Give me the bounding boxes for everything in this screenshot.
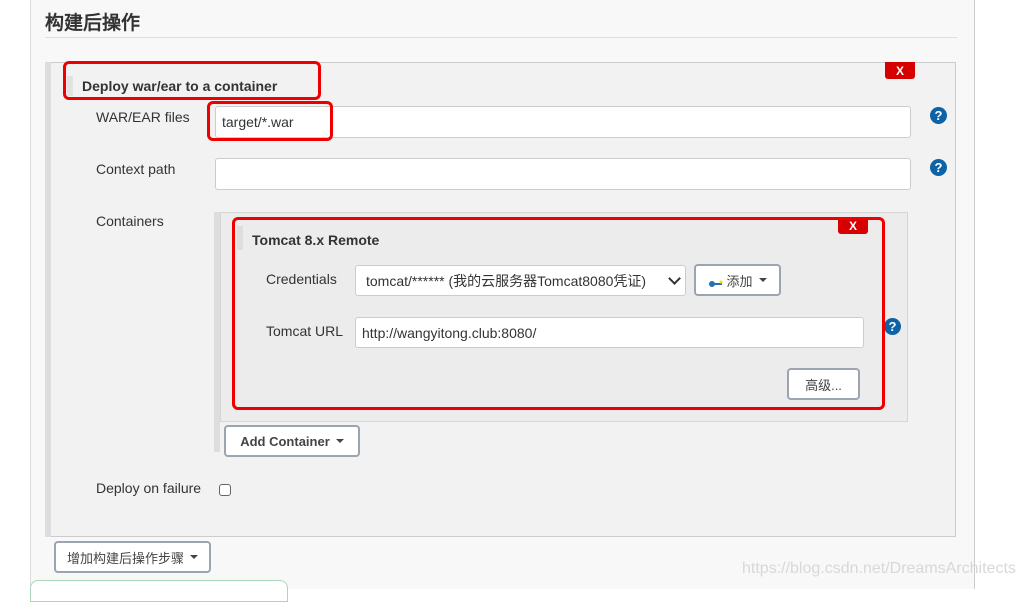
help-icon[interactable]: ? [930,159,947,176]
delete-container-button[interactable]: X [838,217,868,234]
watermark: https://blog.csdn.net/DreamsArchitects [742,560,1016,577]
chevron-down-icon [668,272,681,285]
tomcat-url-label: Tomcat URL [266,323,344,339]
war-files-label: WAR/EAR files [96,109,190,125]
container-title: Tomcat 8.x Remote [252,232,380,248]
drag-handle-icon[interactable] [237,226,243,250]
containers-label: Containers [96,213,164,229]
add-post-build-step-label: 增加构建后操作步骤 [66,550,184,566]
add-credentials-button[interactable]: 添加 [694,264,781,296]
delete-step-button[interactable]: X [885,62,915,79]
next-section-tab [30,580,288,602]
credentials-label: Credentials [266,271,337,287]
deploy-on-failure-checkbox[interactable] [219,484,231,496]
help-icon[interactable]: ? [884,318,901,335]
help-icon[interactable]: ? [930,107,947,124]
caret-down-icon [335,439,344,443]
deploy-step-title: Deploy war/ear to a container [82,78,278,94]
deploy-on-failure-label: Deploy on failure [96,480,202,496]
credentials-select[interactable]: tomcat/****** (我的云服务器Tomcat8080凭证) [355,265,686,296]
section-title: 构建后操作 [45,12,141,34]
key-icon [708,276,724,287]
tomcat-url-input[interactable]: http://wangyitong.club:8080/ [355,317,864,348]
context-path-label: Context path [96,161,176,177]
add-credentials-label: 添加 [726,273,753,289]
advanced-button[interactable]: 高级... [787,368,860,400]
add-container-button[interactable]: Add Container [224,425,360,457]
context-path-input[interactable] [215,158,911,190]
section-divider [45,37,957,38]
drag-handle-icon[interactable] [67,76,73,96]
add-post-build-step-button[interactable]: 增加构建后操作步骤 [54,541,211,573]
caret-down-icon [190,555,198,559]
credentials-selected-value: tomcat/****** (我的云服务器Tomcat8080凭证) [366,272,647,289]
add-container-label: Add Container [240,433,330,449]
caret-down-icon [758,278,767,282]
war-files-input[interactable]: target/*.war [215,106,911,138]
deploy-step-drag-bar[interactable] [45,62,51,537]
